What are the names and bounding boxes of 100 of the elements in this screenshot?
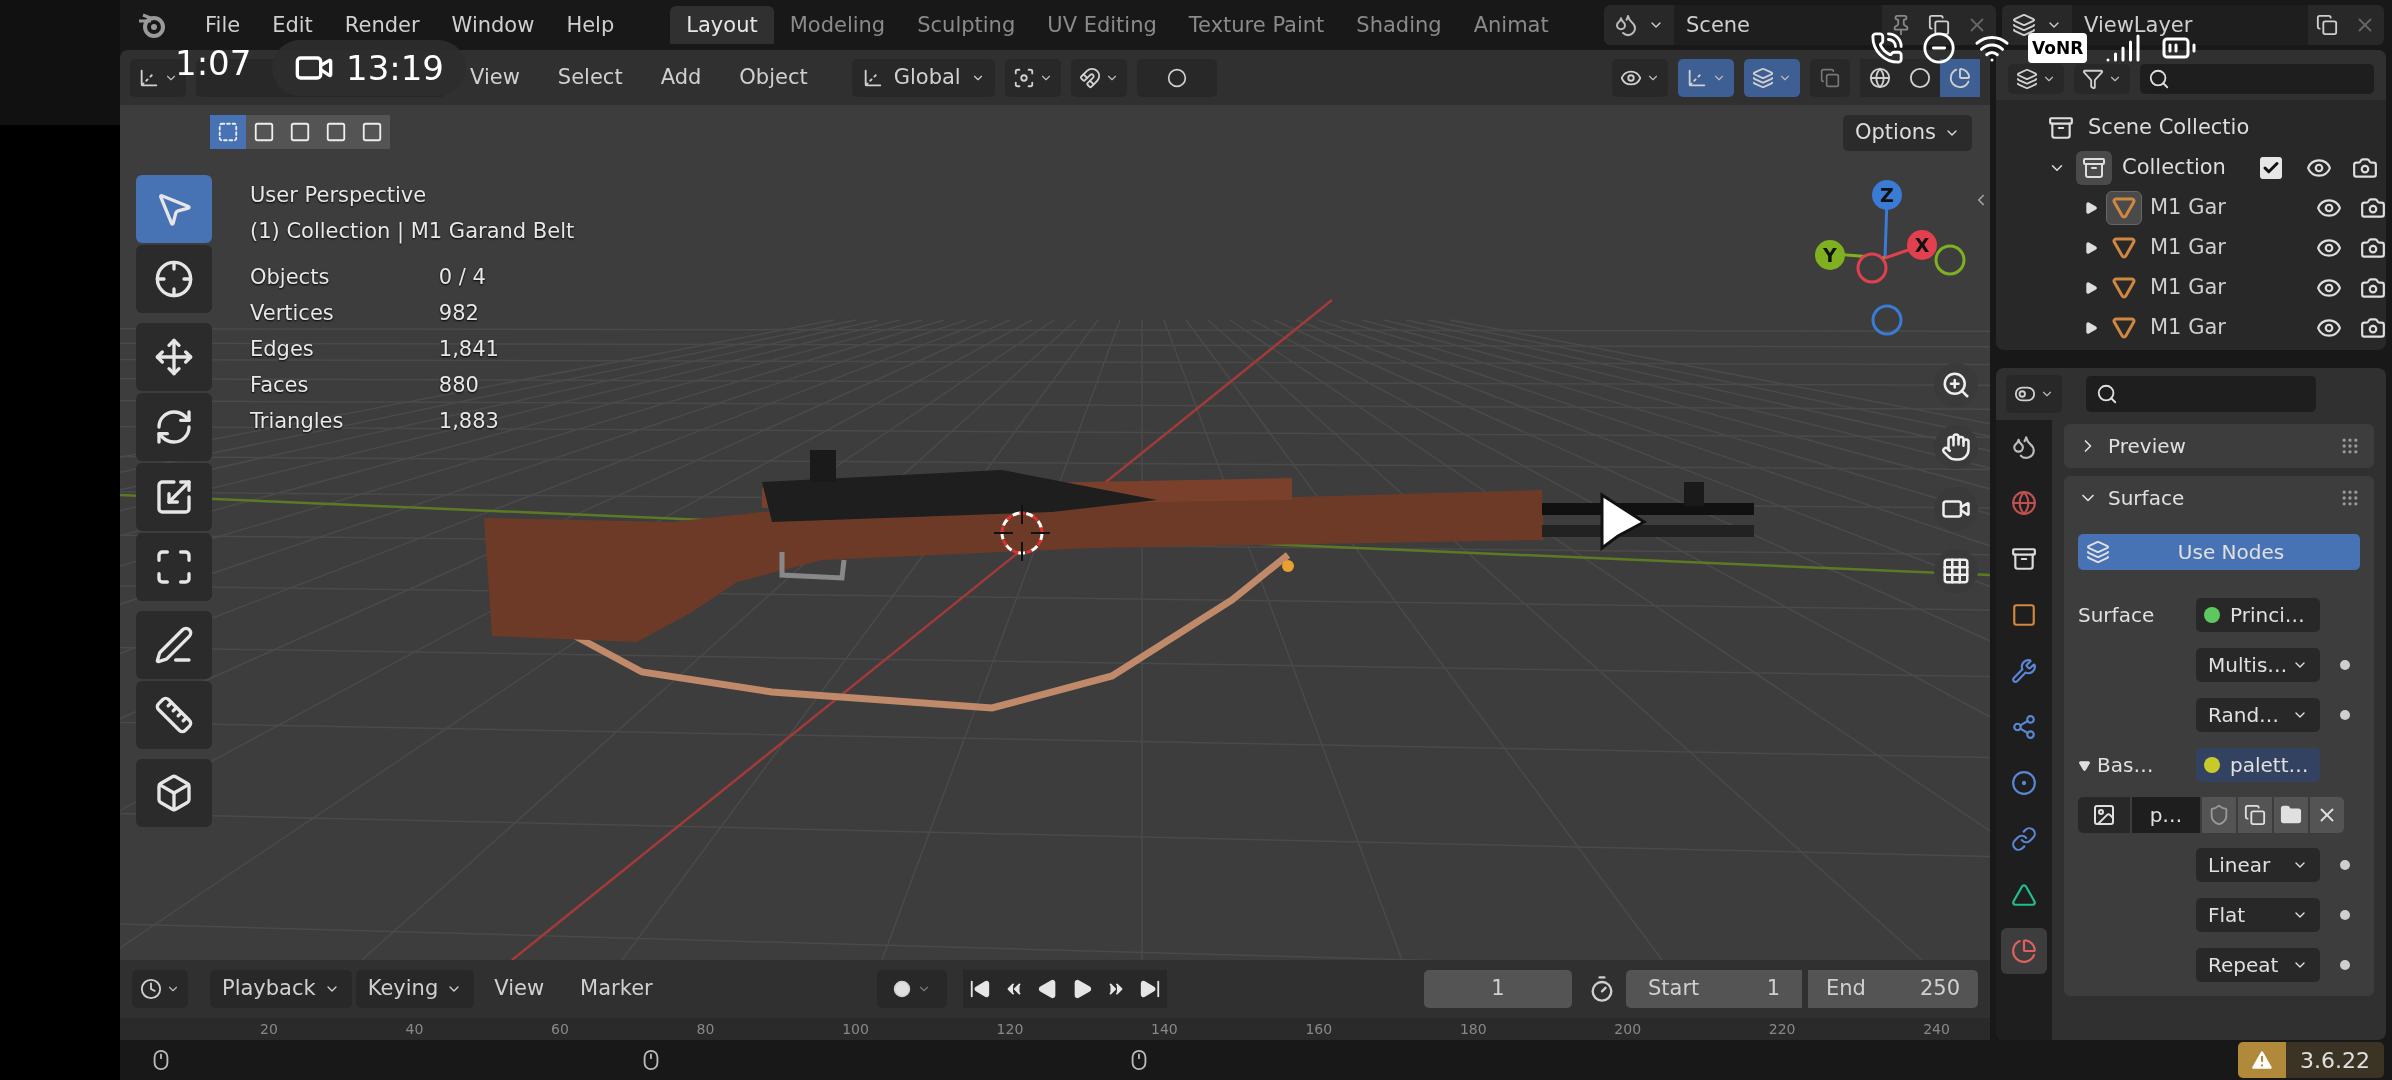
add-cube-tool-button[interactable]: [136, 759, 212, 827]
collection-label[interactable]: Collection: [2122, 152, 2250, 184]
timeline-menu[interactable]: Playback: [210, 970, 352, 1008]
panel-title[interactable]: Preview: [2108, 431, 2330, 461]
menu-item[interactable]: Window: [435, 13, 551, 37]
exclude-checkbox[interactable]: [2260, 157, 2282, 179]
image-browse-button[interactable]: [2078, 797, 2130, 833]
object-label[interactable]: M1 Gar: [2150, 272, 2262, 304]
expand-arrow-icon[interactable]: [2084, 241, 2098, 255]
transform-tool-button[interactable]: [136, 533, 212, 601]
workspace-tab[interactable]: Shading: [1340, 6, 1458, 44]
selection-mode-button[interactable]: [210, 115, 246, 149]
workspace-tab[interactable]: UV Editing: [1031, 6, 1173, 44]
selection-mode-button[interactable]: [354, 115, 390, 149]
workspace-tab[interactable]: Animat: [1457, 6, 1565, 44]
current-frame-field[interactable]: 1: [1424, 970, 1572, 1008]
timeline-menu[interactable]: Keying: [355, 970, 475, 1008]
gizmo-toggle-button[interactable]: [1678, 58, 1734, 97]
move-tool-button[interactable]: [136, 323, 212, 391]
workspace-tab[interactable]: Modeling: [773, 6, 902, 44]
duplicate-button[interactable]: [2238, 797, 2272, 833]
render-icon[interactable]: [2360, 195, 2386, 221]
xray-button[interactable]: [1810, 58, 1850, 97]
menu-item[interactable]: Render: [328, 13, 436, 37]
shader-socket-field[interactable]: Princi…: [2196, 598, 2320, 632]
expand-arrow-icon[interactable]: [2078, 758, 2091, 772]
scene-selector[interactable]: Scene: [1604, 5, 1996, 45]
new-scene-icon[interactable]: [1928, 14, 1950, 36]
scale-tool-button[interactable]: [136, 463, 212, 531]
expand-arrow-icon[interactable]: [2084, 281, 2098, 295]
globe-icon: [2011, 490, 2037, 516]
select-tool-button[interactable]: [136, 175, 212, 243]
expand-arrow-icon[interactable]: [2084, 321, 2098, 335]
object-label[interactable]: M1 Gar: [2150, 192, 2262, 224]
viewport-menu[interactable]: Add: [646, 61, 716, 94]
orientation-dropdown[interactable]: Global: [851, 58, 995, 97]
new-view-layer-icon[interactable]: [2316, 14, 2338, 36]
collection-icon-button[interactable]: [2076, 151, 2112, 185]
mesh-icon-button[interactable]: [2106, 191, 2142, 225]
navigation-gizmo[interactable]: Z Y X: [1815, 180, 1966, 336]
blender-logo-icon[interactable]: [137, 11, 167, 39]
render-icon[interactable]: [2360, 315, 2386, 341]
search-field[interactable]: [2140, 64, 2374, 94]
jump-start-button[interactable]: [962, 970, 997, 1008]
render-icon[interactable]: [2360, 235, 2386, 261]
search-field[interactable]: [2086, 376, 2316, 412]
menu-item[interactable]: File: [189, 13, 257, 37]
filter-button[interactable]: [2074, 64, 2130, 94]
object-label[interactable]: M1 Gar: [2150, 232, 2262, 264]
viewport-menu[interactable]: Object: [725, 61, 822, 94]
render-icon[interactable]: [2352, 155, 2378, 181]
display-mode-button[interactable]: [2008, 64, 2064, 94]
cursor-tool-button[interactable]: [136, 245, 212, 313]
auto-keying-button[interactable]: [876, 970, 947, 1008]
dropdown[interactable]: Rand…: [2196, 698, 2320, 732]
open-folder-button[interactable]: [2274, 797, 2308, 833]
dropdown[interactable]: Multis…: [2196, 648, 2320, 682]
drag-handle-icon[interactable]: [2340, 488, 2360, 508]
viewport-menu[interactable]: Select: [543, 61, 637, 94]
material-tab[interactable]: [2001, 928, 2047, 974]
clock-text: 1:07: [175, 44, 252, 82]
start-frame-field[interactable]: Start 1: [1626, 970, 1802, 1008]
editor-type-button[interactable]: [2006, 375, 2062, 413]
render-icon[interactable]: [2360, 275, 2386, 301]
proportional-edit-button[interactable]: [1136, 58, 1217, 97]
editor-type-button[interactable]: [132, 970, 188, 1008]
shading-mode-button[interactable]: [1860, 58, 1900, 97]
menu-item[interactable]: Help: [550, 13, 631, 37]
dropdown[interactable]: Repeat: [2196, 948, 2320, 982]
drag-handle-icon[interactable]: [2340, 436, 2360, 456]
fake-user-button[interactable]: [2202, 797, 2236, 833]
pivot-point-button[interactable]: [1004, 58, 1061, 97]
use-nodes-button[interactable]: Use Nodes: [2078, 534, 2360, 570]
annotate-tool-button[interactable]: [136, 611, 212, 679]
unlink-button[interactable]: [2310, 797, 2344, 833]
dropdown[interactable]: Linear: [2196, 848, 2320, 882]
expand-arrow-icon[interactable]: [2084, 201, 2098, 215]
rotate-tool-button[interactable]: [136, 393, 212, 461]
timeline-menu[interactable]: Marker: [564, 973, 669, 1005]
end-frame-field[interactable]: End 250: [1808, 970, 1978, 1008]
workspace-tab[interactable]: Layout: [670, 6, 774, 44]
menu-item[interactable]: Edit: [256, 13, 329, 37]
shader-socket-field[interactable]: palett…: [2196, 748, 2320, 782]
image-name-field[interactable]: p…: [2132, 797, 2200, 833]
jump-end-button[interactable]: [1132, 970, 1167, 1008]
workspace-tab[interactable]: Texture Paint: [1172, 6, 1341, 44]
selection-mode-button[interactable]: [246, 115, 282, 149]
measure-tool-button[interactable]: [136, 681, 212, 749]
timeline-menu[interactable]: View: [478, 973, 561, 1005]
object-label[interactable]: M1 Gar: [2150, 312, 2262, 344]
visibility-button[interactable]: [1612, 58, 1668, 97]
snap-button[interactable]: [1070, 58, 1127, 97]
shading-mode-button[interactable]: [1940, 58, 1980, 97]
overlay-toggle-button[interactable]: [1744, 58, 1800, 97]
panel-title[interactable]: Surface: [2108, 483, 2330, 513]
dropdown[interactable]: Flat: [2196, 898, 2320, 932]
workspace-tab[interactable]: Sculpting: [901, 6, 1032, 44]
options-button[interactable]: Options: [1842, 115, 1972, 151]
shading-mode-button[interactable]: [1900, 58, 1940, 97]
scene-collection-label[interactable]: Scene Collectio: [2088, 112, 2250, 144]
